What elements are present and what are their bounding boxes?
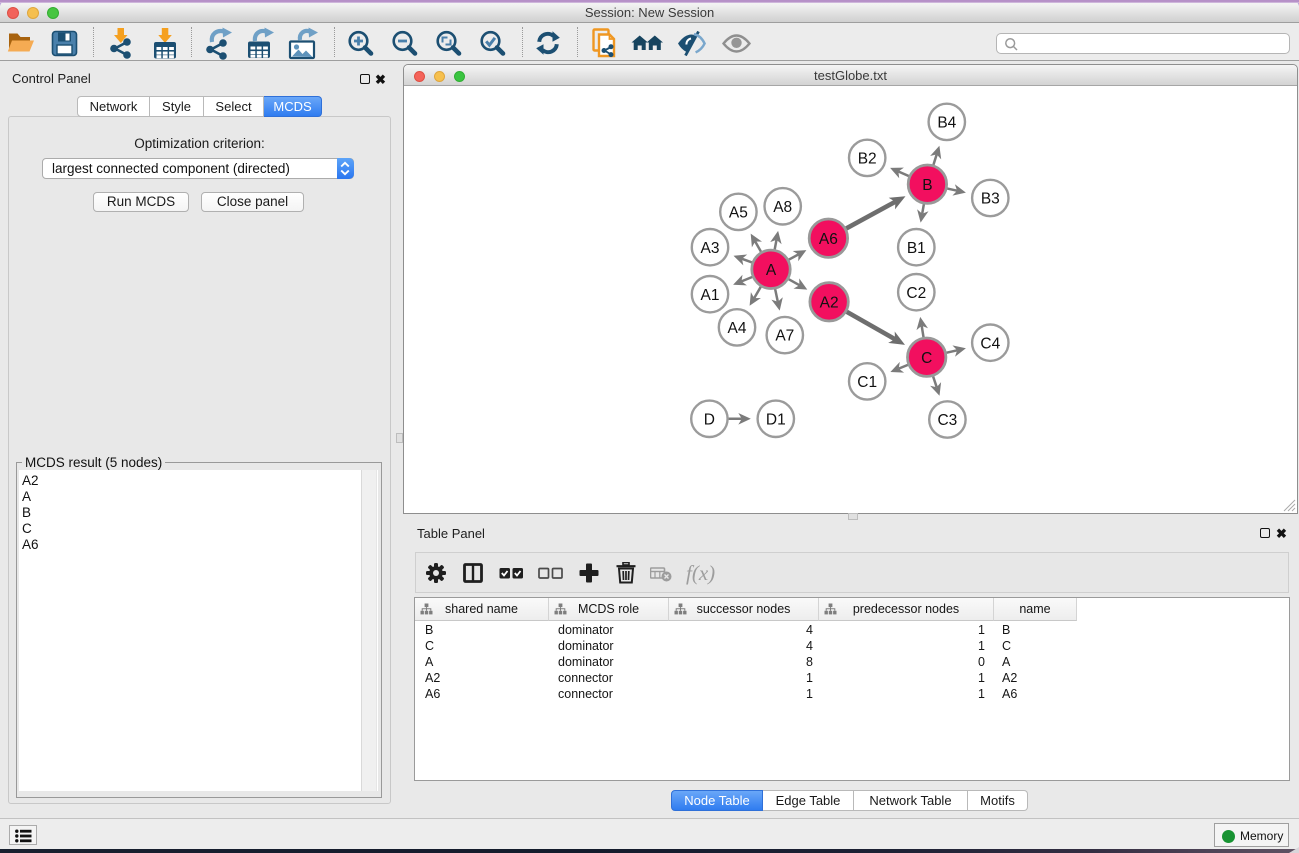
svg-text:D1: D1 xyxy=(766,411,786,428)
svg-text:f(x): f(x) xyxy=(686,561,715,585)
svg-text:C1: C1 xyxy=(857,374,877,391)
svg-text:A2: A2 xyxy=(820,294,839,311)
svg-text:A5: A5 xyxy=(729,205,748,222)
svg-text:A3: A3 xyxy=(701,240,720,257)
svg-text:A: A xyxy=(766,262,777,279)
svg-text:B4: B4 xyxy=(937,115,956,132)
svg-text:C: C xyxy=(921,350,932,367)
svg-text:C2: C2 xyxy=(906,285,926,302)
svg-text:A4: A4 xyxy=(728,320,747,337)
svg-text:A1: A1 xyxy=(701,287,720,304)
svg-text:C3: C3 xyxy=(937,412,957,429)
svg-text:B2: B2 xyxy=(858,151,877,168)
svg-text:A7: A7 xyxy=(775,328,794,345)
svg-text:D: D xyxy=(704,411,715,428)
svg-text:A8: A8 xyxy=(773,199,792,216)
svg-text:C4: C4 xyxy=(980,335,1000,352)
svg-text:B1: B1 xyxy=(907,240,926,257)
svg-text:A6: A6 xyxy=(819,231,838,248)
svg-text:B: B xyxy=(922,177,932,194)
svg-text:B3: B3 xyxy=(981,191,1000,208)
